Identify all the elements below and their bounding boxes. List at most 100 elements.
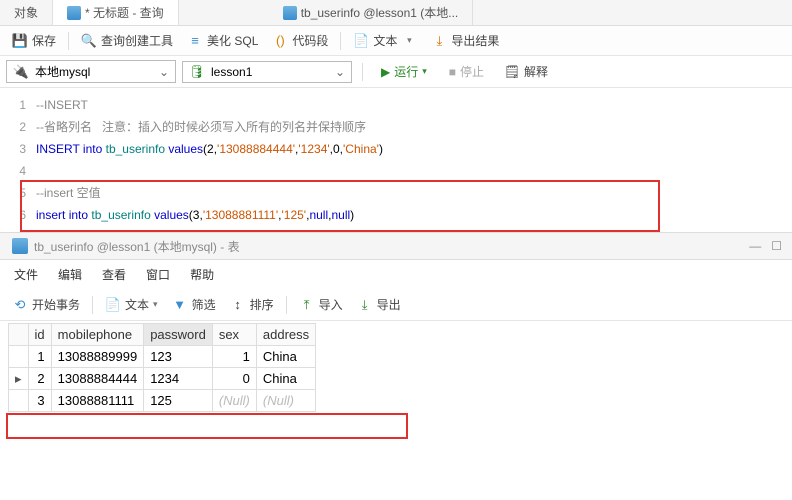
table-icon (12, 238, 28, 254)
menu-window[interactable]: 窗口 (146, 266, 170, 283)
label: 文本 (125, 296, 149, 313)
import-button[interactable]: ⤒导入 (293, 293, 349, 316)
cell[interactable]: 13088881111 (51, 390, 144, 412)
cell[interactable]: 123 (144, 346, 213, 368)
text-button[interactable]: 📄文本▾ (347, 29, 423, 52)
separator (68, 32, 69, 50)
label: 代码段 (292, 32, 328, 49)
cell[interactable]: 125 (144, 390, 213, 412)
export-button[interactable]: ⤓导出 (351, 293, 407, 316)
cell[interactable]: 1 (212, 346, 256, 368)
builder-icon: 🔍 (81, 33, 97, 49)
cell[interactable]: 0 (212, 368, 256, 390)
tab-query[interactable]: * 无标题 - 查询 (53, 0, 179, 25)
sort-button[interactable]: ↕排序 (224, 293, 280, 316)
col-mobile[interactable]: mobilephone (51, 324, 144, 346)
stop-button[interactable]: ■停止 (441, 60, 492, 83)
menu-edit[interactable]: 编辑 (58, 266, 82, 283)
cell[interactable]: 2 (28, 368, 51, 390)
chevron-down-icon: ▾ (401, 33, 417, 49)
separator (340, 32, 341, 50)
menu-help[interactable]: 帮助 (190, 266, 214, 283)
text-view-button[interactable]: 📄文本▾ (99, 293, 164, 316)
tab-objects[interactable]: 对象 (0, 0, 53, 25)
save-button[interactable]: 💾保存 (6, 29, 62, 52)
cell[interactable]: 3 (28, 390, 51, 412)
label: 本地mysql (35, 63, 90, 80)
plug-icon: 🔌 (13, 64, 29, 80)
label: 运行 (394, 63, 418, 80)
separator (362, 63, 363, 81)
funnel-icon: ▼ (172, 297, 188, 313)
table-row[interactable]: ▸ 2 13088884444 1234 0 China (9, 368, 316, 390)
label: lesson1 (211, 65, 252, 79)
menu-view[interactable]: 查看 (102, 266, 126, 283)
explain-button[interactable]: 🗒解释 (498, 60, 554, 83)
explain-icon: 🗒 (504, 64, 520, 80)
connection-bar: 🔌 本地mysql ⌄ 🛢 lesson1 ⌄ ▶ 运行 ▾ ■停止 🗒解释 (0, 56, 792, 88)
save-icon: 💾 (12, 33, 28, 49)
table-icon (67, 6, 81, 20)
col-id[interactable]: id (28, 324, 51, 346)
connection-select[interactable]: 🔌 本地mysql ⌄ (6, 60, 176, 83)
result-tab[interactable]: tb_userinfo @lesson1 (本地mysql) - 表 (0, 234, 252, 259)
label: 导出结果 (451, 32, 499, 49)
text-icon: 📄 (353, 33, 369, 49)
wand-icon: ≡ (187, 33, 203, 49)
label: 保存 (32, 32, 56, 49)
maximize-icon[interactable]: ☐ (771, 239, 782, 253)
table-row[interactable]: 3 13088881111 125 (Null) (Null) (9, 390, 316, 412)
minimize-icon[interactable]: — (749, 239, 761, 253)
data-grid-wrap: id mobilephone password sex address 1 13… (0, 323, 792, 412)
beautify-button[interactable]: ≡美化 SQL (181, 29, 264, 52)
tab-table[interactable]: tb_userinfo @lesson1 (本地... (269, 0, 474, 25)
menu-file[interactable]: 文件 (14, 266, 38, 283)
cell[interactable]: 13088889999 (51, 346, 144, 368)
cell[interactable]: China (256, 368, 315, 390)
main-toolbar: 💾保存 🔍查询创建工具 ≡美化 SQL ()代码段 📄文本▾ ⤓导出结果 (0, 26, 792, 56)
data-grid[interactable]: id mobilephone password sex address 1 13… (8, 323, 316, 412)
export-button[interactable]: ⤓导出结果 (425, 29, 505, 52)
highlight-box (6, 413, 408, 439)
result-menu: 文件 编辑 查看 窗口 帮助 (0, 260, 792, 289)
chevron-down-icon: ⌄ (335, 65, 345, 79)
result-toolbar: ⟲开始事务 📄文本▾ ▼筛选 ↕排序 ⤒导入 ⤓导出 (0, 289, 792, 321)
database-select[interactable]: 🛢 lesson1 ⌄ (182, 61, 352, 83)
chevron-down-icon: ▾ (422, 66, 427, 77)
label: 导出 (377, 296, 401, 313)
col-password[interactable]: password (144, 324, 213, 346)
table-icon (283, 6, 297, 20)
result-panel-tabs: tb_userinfo @lesson1 (本地mysql) - 表 — ☐ (0, 232, 792, 260)
filter-button[interactable]: ▼筛选 (166, 293, 222, 316)
editor-tabs: 对象 * 无标题 - 查询 tb_userinfo @lesson1 (本地..… (0, 0, 792, 26)
cell[interactable]: 13088884444 (51, 368, 144, 390)
snippet-icon: () (272, 33, 288, 49)
cell[interactable]: 1234 (144, 368, 213, 390)
cell[interactable]: (Null) (212, 390, 256, 412)
sql-editor[interactable]: 123456 --INSERT --省略列名 注意：插入的时候必须写入所有的列名… (0, 88, 792, 232)
stop-icon: ■ (449, 65, 456, 79)
snippet-button[interactable]: ()代码段 (266, 29, 334, 52)
cell[interactable]: 1 (28, 346, 51, 368)
import-icon: ⤒ (299, 297, 315, 313)
label: 查询创建工具 (101, 32, 173, 49)
label: 解释 (524, 63, 548, 80)
row-marker (9, 390, 29, 412)
run-button[interactable]: ▶ 运行 ▾ (373, 60, 435, 83)
play-icon: ▶ (381, 65, 390, 79)
label: 排序 (250, 296, 274, 313)
database-icon: 🛢 (189, 64, 205, 80)
label: 美化 SQL (207, 32, 258, 49)
col-address[interactable]: address (256, 324, 315, 346)
begin-trans-button[interactable]: ⟲开始事务 (6, 293, 86, 316)
separator (92, 296, 93, 314)
window-controls: — ☐ (749, 239, 792, 253)
query-builder-button[interactable]: 🔍查询创建工具 (75, 29, 179, 52)
col-sex[interactable]: sex (212, 324, 256, 346)
cell[interactable]: (Null) (256, 390, 315, 412)
table-row[interactable]: 1 13088889999 123 1 China (9, 346, 316, 368)
tab-label: tb_userinfo @lesson1 (本地... (301, 4, 459, 21)
label: 筛选 (192, 296, 216, 313)
cell[interactable]: China (256, 346, 315, 368)
separator (286, 296, 287, 314)
